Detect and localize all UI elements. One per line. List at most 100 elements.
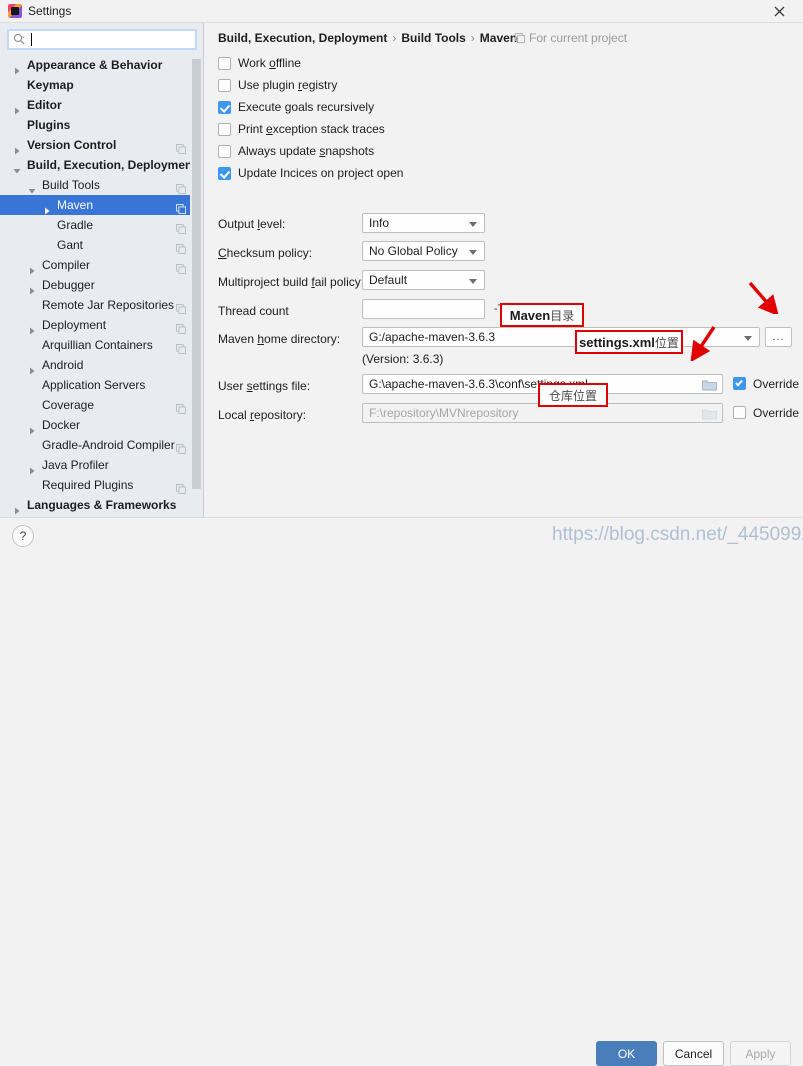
ellipsis-icon: ...	[772, 330, 785, 343]
breadcrumb-separator-1: ›	[392, 31, 397, 45]
project-scope-icon	[176, 220, 186, 234]
breadcrumb-part-3[interactable]: Maven	[480, 31, 517, 45]
sidebar-item-editor[interactable]: Editor	[0, 95, 203, 115]
chevron-right-icon[interactable]	[13, 61, 21, 75]
local-repository-value: F:\repository\MVNrepository	[369, 406, 519, 420]
project-scope-icon	[176, 400, 186, 414]
chevron-right-icon[interactable]	[13, 101, 21, 115]
maven-home-annotation: Maven 目录	[500, 303, 584, 327]
help-button[interactable]: ?	[12, 525, 34, 547]
checkbox-indicator[interactable]	[218, 167, 231, 180]
checkbox-label-pre: Work	[238, 56, 270, 70]
sidebar-item-compiler[interactable]: Compiler	[0, 255, 203, 275]
chevron-right-icon[interactable]	[28, 321, 36, 335]
sidebar-item-arquillian-containers[interactable]: Arquillian Containers	[0, 335, 203, 355]
checkbox-label: Print exception stack traces	[238, 122, 385, 137]
checkbox-label-mnemonic: o	[269, 56, 276, 70]
settings-content-panel: Build, Execution, Deployment › Build Tools…	[205, 23, 803, 517]
sidebar-item-label: Appearance & Behavior	[27, 58, 163, 72]
sidebar-item-required-plugins[interactable]: Required Plugins	[0, 475, 203, 495]
checksum-policy-value: No Global Policy	[369, 244, 458, 258]
chevron-down-icon	[469, 279, 477, 284]
checkbox-label-pre: Use plugin	[238, 78, 299, 92]
sidebar-item-build-execution-deployment[interactable]: Build, Execution, Deployment	[0, 155, 203, 175]
intellij-idea-icon	[8, 4, 22, 18]
chevron-right-icon[interactable]	[28, 461, 36, 475]
chevron-right-icon[interactable]	[13, 501, 21, 515]
chevron-right-icon[interactable]	[28, 281, 36, 295]
checkbox-indicator[interactable]	[218, 101, 231, 114]
close-button[interactable]	[759, 0, 799, 23]
sidebar-item-gradle[interactable]: Gradle	[0, 215, 203, 235]
checkbox-indicator[interactable]	[218, 79, 231, 92]
ok-button-label: OK	[617, 1046, 636, 1061]
chevron-right-icon[interactable]	[13, 141, 21, 155]
project-scope-icon	[515, 32, 525, 43]
checkbox-indicator[interactable]	[218, 145, 231, 158]
sidebar-item-languages-frameworks[interactable]: Languages & Frameworks	[0, 495, 203, 515]
sidebar-item-label: Deployment	[42, 318, 107, 332]
sidebar-item-version-control[interactable]: Version Control	[0, 135, 203, 155]
sidebar-item-coverage[interactable]: Coverage	[0, 395, 203, 415]
project-scope-icon	[176, 180, 186, 194]
settings-tree[interactable]: Appearance & Behavior Keymap Editor Plugins…	[0, 55, 203, 517]
sidebar-item-label: Plugins	[27, 118, 71, 132]
thread-count-input[interactable]	[362, 299, 485, 319]
chevron-right-icon[interactable]	[43, 201, 51, 215]
dialog-footer: ? OK Cancel Apply	[0, 517, 803, 1066]
local-repository-override-checkbox[interactable]	[733, 406, 746, 419]
checkbox-indicator[interactable]	[218, 123, 231, 136]
maven-home-value: G:/apache-maven-3.6.3	[369, 330, 496, 344]
chevron-right-icon[interactable]	[28, 421, 36, 435]
sidebar-item-label: Languages & Frameworks	[27, 498, 177, 512]
checkbox-label: Work offline	[238, 56, 301, 71]
local-repo-annotation: 仓库位置	[538, 383, 608, 407]
sidebar-item-maven[interactable]: Maven	[0, 195, 203, 215]
sidebar-item-build-tools[interactable]: Build Tools	[0, 175, 203, 195]
sidebar-item-java-profiler[interactable]: Java Profiler	[0, 455, 203, 475]
settings-xml-annotation-arrow	[690, 326, 716, 361]
sidebar-item-appearance-behavior[interactable]: Appearance & Behavior	[0, 55, 203, 75]
output-level-combobox[interactable]: Info	[362, 213, 485, 233]
sidebar-item-plugins[interactable]: Plugins	[0, 115, 203, 135]
sidebar-item-label: Java Profiler	[42, 458, 109, 472]
user-settings-override-checkbox[interactable]	[733, 377, 746, 390]
chevron-right-icon[interactable]	[28, 361, 36, 375]
chevron-down-icon	[744, 336, 752, 341]
ok-button[interactable]: OK	[596, 1041, 657, 1066]
user-settings-folder-icon[interactable]	[702, 379, 717, 391]
checkbox-indicator[interactable]	[218, 57, 231, 70]
sidebar-item-android[interactable]: Android	[0, 355, 203, 375]
chevron-right-icon[interactable]	[28, 261, 36, 275]
breadcrumb-part-2[interactable]: Build Tools	[401, 31, 465, 45]
maven-home-browse-button[interactable]: ...	[765, 327, 792, 347]
multiproject-fail-policy-label: Multiproject build fail policy:	[218, 275, 365, 289]
sidebar-item-label: Build Tools	[42, 178, 100, 192]
chevron-down-icon	[469, 250, 477, 255]
sidebar-scrollbar-thumb[interactable]	[192, 59, 201, 489]
local-repository-override-label: Override	[753, 406, 800, 420]
sidebar-item-application-servers[interactable]: Application Servers	[0, 375, 203, 395]
checkbox-label: Always update snapshots	[238, 144, 374, 159]
sidebar-item-remote-jar-repositories[interactable]: Remote Jar Repositories	[0, 295, 203, 315]
sidebar-item-keymap[interactable]: Keymap	[0, 75, 203, 95]
help-icon: ?	[19, 529, 27, 543]
sidebar-item-label: Compiler	[42, 258, 91, 272]
checksum-policy-combobox[interactable]: No Global Policy	[362, 241, 485, 261]
sidebar-item-debugger[interactable]: Debugger	[0, 275, 203, 295]
sidebar-item-docker[interactable]: Docker	[0, 415, 203, 435]
sidebar-item-label: Application Servers	[42, 378, 146, 392]
multiproject-fail-policy-combobox[interactable]: Default	[362, 270, 485, 290]
sidebar-item-deployment[interactable]: Deployment	[0, 315, 203, 335]
for-current-project-label: For current project	[515, 31, 627, 45]
sidebar-item-gant[interactable]: Gant	[0, 235, 203, 255]
sidebar-item-gradle-android-compiler[interactable]: Gradle-Android Compiler	[0, 435, 203, 455]
chevron-down-icon[interactable]	[28, 181, 36, 194]
sidebar-scrollbar[interactable]	[190, 55, 203, 517]
output-level-label: Output level:	[218, 217, 286, 231]
chevron-down-icon[interactable]	[13, 161, 21, 174]
cancel-button[interactable]: Cancel	[663, 1041, 724, 1066]
search-input[interactable]	[7, 29, 197, 50]
search-box[interactable]	[7, 29, 197, 50]
breadcrumb-part-1[interactable]: Build, Execution, Deployment	[218, 31, 387, 45]
